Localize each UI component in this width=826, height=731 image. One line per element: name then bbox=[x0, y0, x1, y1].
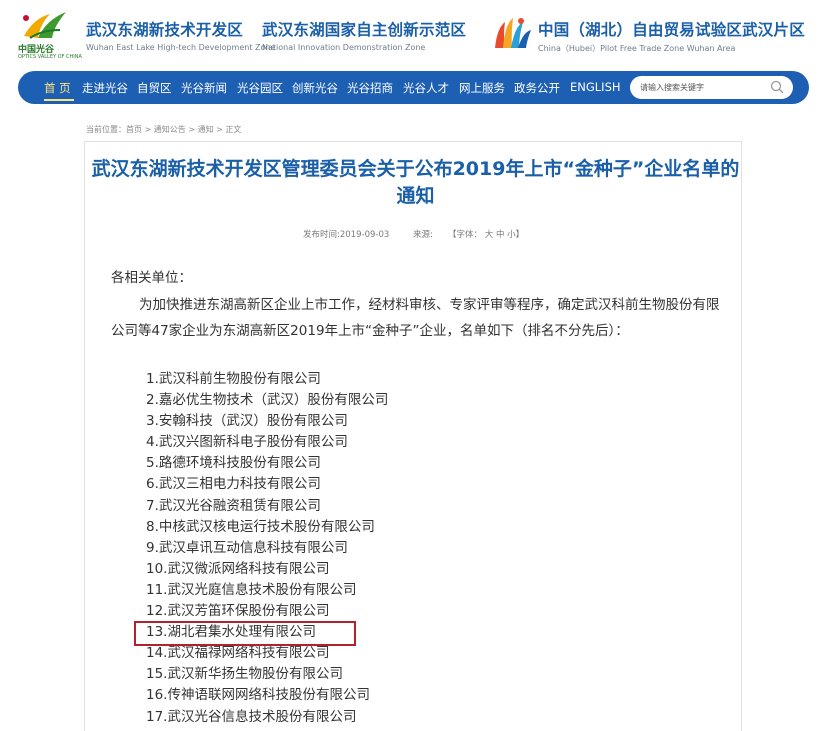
salutation: 各相关单位： bbox=[111, 270, 192, 286]
breadcrumb-separator: > bbox=[142, 125, 154, 134]
main-nav: 首 页 走进光谷 自贸区 光谷新闻 光谷园区 创新光谷 光谷招商 光谷人才 网上… bbox=[18, 71, 809, 104]
list-item: 11.武汉光庭信息技术股份有限公司 bbox=[146, 581, 357, 598]
nav-item-talent[interactable]: 光谷人才 bbox=[403, 80, 449, 96]
header-subtitle: National Innovation Demonstration Zone bbox=[262, 43, 426, 52]
nav-active-indicator bbox=[44, 99, 74, 101]
article-title: 武汉东湖新技术开发区管理委员会关于公布2019年上市“金种子”企业名单的通知 bbox=[91, 158, 740, 207]
list-item: 17.武汉光谷信息技术股份有限公司 bbox=[146, 708, 357, 725]
list-item: 8.中核武汉核电运行技术股份有限公司 bbox=[146, 518, 375, 535]
breadcrumb-prefix: 当前位置： bbox=[86, 125, 126, 134]
breadcrumb-item-notice[interactable]: 通知 bbox=[198, 125, 214, 134]
breadcrumb-separator: > bbox=[213, 125, 226, 134]
breadcrumb-separator: > bbox=[185, 125, 198, 134]
list-item: 6.武汉三相电力科技有限公司 bbox=[146, 476, 321, 493]
article-source: 来源: bbox=[413, 230, 433, 240]
header-title: 中国（湖北）自由贸易试验区武汉片区 bbox=[538, 21, 805, 39]
header-subtitle: Wuhan East Lake High-tech Development Zo… bbox=[86, 43, 276, 52]
nav-item-ftz[interactable]: 自贸区 bbox=[137, 80, 172, 96]
header-title: 武汉东湖新技术开发区 bbox=[86, 21, 244, 39]
highlight-box bbox=[134, 621, 356, 646]
nav-item-home[interactable]: 首 页 bbox=[44, 80, 71, 96]
article-paragraph: 为加快推进东湖高新区企业上市工作，经材料审核、专家评审等程序，确定武汉科前生物股… bbox=[111, 297, 720, 339]
site-header: 中国光谷 OPTICS VALLEY OF CHINA 武汉东湖新技术开发区 W… bbox=[0, 0, 826, 66]
font-size-bracket: 】 bbox=[515, 230, 525, 240]
nav-item-innovation[interactable]: 创新光谷 bbox=[292, 80, 338, 96]
search-icon[interactable] bbox=[769, 79, 785, 95]
font-size-medium[interactable]: 中 bbox=[496, 230, 505, 240]
list-item: 15.武汉新华扬生物股份有限公司 bbox=[146, 666, 343, 683]
nav-item-investment[interactable]: 光谷招商 bbox=[347, 80, 393, 96]
header-block-innovation[interactable]: 武汉东湖国家自主创新示范区 National Innovation Demons… bbox=[262, 18, 466, 52]
nav-item-english[interactable]: ENGLISH bbox=[570, 80, 621, 94]
nav-item-online-service[interactable]: 网上服务 bbox=[459, 80, 505, 96]
font-size-large[interactable]: 大 bbox=[485, 230, 494, 240]
list-item: 14.武汉福禄网络科技有限公司 bbox=[146, 645, 330, 662]
nav-item-about[interactable]: 走进光谷 bbox=[82, 80, 128, 96]
list-item: 2.嘉必优生物技术（武汉）股份有限公司 bbox=[146, 392, 389, 409]
company-list: 1.武汉科前生物股份有限公司 2.嘉必优生物技术（武汉）股份有限公司 3.安翰科… bbox=[146, 369, 388, 728]
logo-subtext: OPTICS VALLEY OF CHINA bbox=[18, 54, 82, 60]
breadcrumb-item-home[interactable]: 首页 bbox=[126, 125, 142, 134]
header-block-ftz[interactable]: 中国（湖北）自由贸易试验区武汉片区 China（Hubei）Pilot Free… bbox=[538, 18, 805, 54]
header-title: 武汉东湖国家自主创新示范区 bbox=[262, 21, 467, 39]
font-size-small[interactable]: 小 bbox=[507, 230, 516, 240]
list-item: 16.传神语联网网络科技股份有限公司 bbox=[146, 687, 370, 704]
list-item: 7.武汉光谷融资租赁有限公司 bbox=[146, 497, 321, 514]
nav-item-parks[interactable]: 光谷园区 bbox=[237, 80, 283, 96]
breadcrumb-item-notices[interactable]: 通知公告 bbox=[154, 125, 186, 134]
breadcrumb: 当前位置：首页 > 通知公告 > 通知 > 正文 bbox=[86, 124, 241, 135]
header-subtitle: China（Hubei）Pilot Free Trade Zone Wuhan … bbox=[538, 44, 736, 53]
font-size-control: 【字体： 大 中 小】 bbox=[448, 228, 524, 240]
list-item: 4.武汉兴图新科电子股份有限公司 bbox=[146, 434, 348, 451]
list-item: 9.武汉卓讯互动信息科技有限公司 bbox=[146, 539, 348, 556]
nav-item-news[interactable]: 光谷新闻 bbox=[181, 80, 227, 96]
list-item: 12.武汉芳笛环保股份有限公司 bbox=[146, 603, 330, 620]
font-size-label: 【字体： bbox=[448, 230, 483, 240]
publish-date: 发布时间:2019-09-03 bbox=[303, 230, 390, 240]
search-box bbox=[630, 76, 793, 99]
list-item: 3.安翰科技（武汉）股份有限公司 bbox=[146, 413, 348, 430]
search-input[interactable] bbox=[640, 79, 770, 95]
breadcrumb-item-current: 正文 bbox=[225, 125, 242, 134]
list-item: 5.路德环境科技股份有限公司 bbox=[146, 455, 321, 472]
ftz-logo-icon bbox=[491, 14, 533, 54]
optics-valley-logo[interactable]: 中国光谷 OPTICS VALLEY OF CHINA bbox=[16, 8, 82, 60]
header-block-devzone[interactable]: 武汉东湖新技术开发区 Wuhan East Lake High-tech Dev… bbox=[86, 18, 275, 52]
list-item: 1.武汉科前生物股份有限公司 bbox=[146, 371, 321, 387]
nav-item-gov-affairs[interactable]: 政务公开 bbox=[514, 80, 560, 96]
list-item: 10.武汉微派网络科技有限公司 bbox=[146, 560, 330, 577]
